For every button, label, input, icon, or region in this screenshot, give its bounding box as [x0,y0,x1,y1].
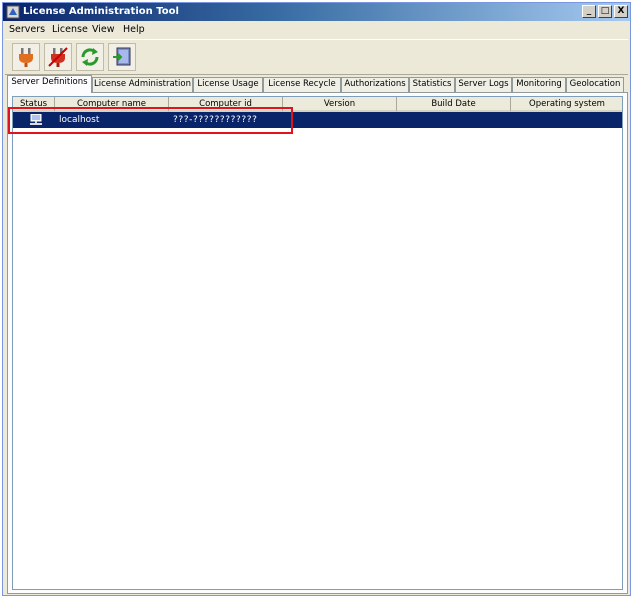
menu-servers[interactable]: Servers [9,24,45,35]
tab-monitoring[interactable]: Monitoring [512,77,566,92]
window-title: License Administration Tool [23,6,179,17]
app-window: License Administration Tool _ □ X Server… [2,2,631,596]
login-button[interactable] [108,43,136,71]
tab-geolocation[interactable]: Geolocation [566,77,624,92]
connect-button[interactable] [12,43,40,71]
maximize-button[interactable]: □ [598,5,612,18]
server-list[interactable]: Status Computer name Computer id Version… [12,96,623,590]
disconnect-plug-icon [48,47,68,67]
disconnect-button[interactable] [44,43,72,71]
tab-license-usage[interactable]: License Usage [193,77,263,92]
refresh-button[interactable] [76,43,104,71]
tab-license-recycle[interactable]: License Recycle [263,77,341,92]
tab-strip: Server Definitions License Administratio… [7,75,627,93]
highlight-box [8,107,293,134]
minimize-button[interactable]: _ [582,5,596,18]
connect-plug-icon [19,48,33,67]
tab-server-definitions[interactable]: Server Definitions [7,75,92,93]
menu-view[interactable]: View [92,24,115,35]
refresh-icon [81,48,99,66]
menu-license[interactable]: License [52,24,88,35]
title-bar[interactable]: License Administration Tool _ □ X [3,3,630,21]
toolbar [5,39,628,75]
close-button[interactable]: X [614,5,628,18]
login-icon [113,47,131,66]
menu-bar: Servers License View Help [3,21,630,38]
server-definitions-panel: Status Computer name Computer id Version… [7,92,628,594]
tab-license-administration[interactable]: License Administration [92,77,193,92]
column-build-date[interactable]: Build Date [397,97,511,112]
tab-statistics[interactable]: Statistics [409,77,455,92]
tab-authorizations[interactable]: Authorizations [341,77,409,92]
menu-help[interactable]: Help [123,24,145,35]
app-icon [6,5,20,19]
column-operating-system[interactable]: Operating system [511,97,622,112]
column-version[interactable]: Version [283,97,397,112]
tab-server-logs[interactable]: Server Logs [455,77,512,92]
